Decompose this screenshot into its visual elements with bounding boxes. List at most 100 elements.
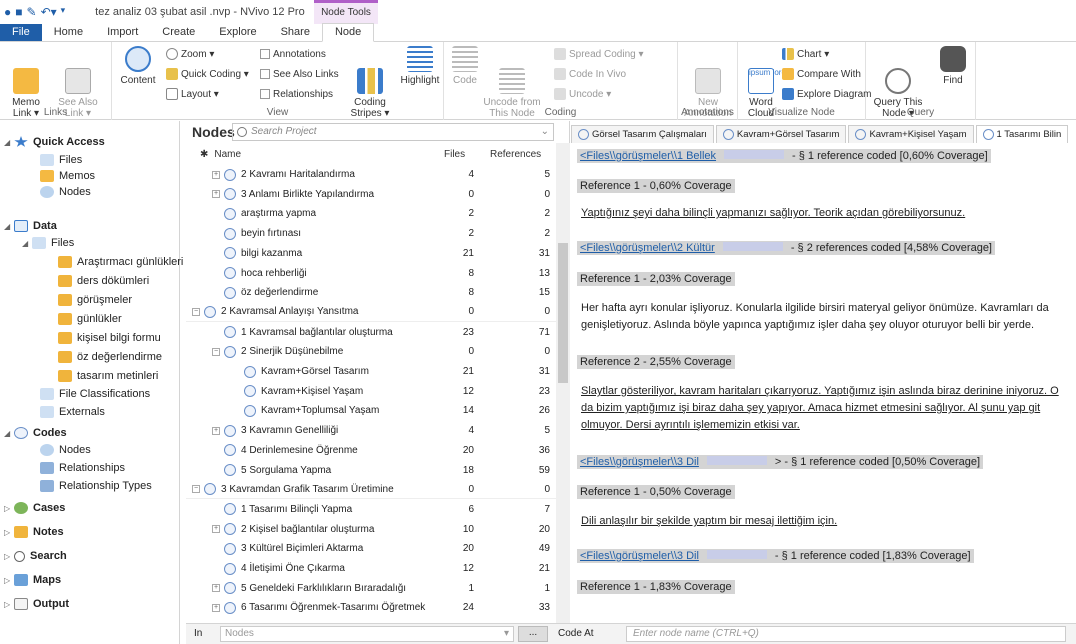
- file-link[interactable]: <Files\\görüşmeler\\3 Dil: [580, 456, 699, 468]
- nav-cases[interactable]: ▷ Cases: [4, 499, 65, 517]
- detail-tab-gorsel-tasarim[interactable]: Görsel Tasarım Çalışmaları: [571, 125, 714, 143]
- collapse-icon[interactable]: −: [212, 347, 220, 356]
- expand-icon[interactable]: +: [212, 525, 220, 534]
- tab-home[interactable]: Home: [42, 24, 95, 41]
- expand-icon[interactable]: +: [212, 170, 220, 179]
- undo-icon[interactable]: ↶▾: [41, 5, 57, 19]
- expand-icon[interactable]: +: [212, 190, 220, 199]
- table-row[interactable]: Kavram+Kişisel Yaşam 12 23: [186, 382, 556, 401]
- customize-icon[interactable]: ▾: [61, 5, 66, 19]
- see-also-links-checkbox[interactable]: See Also Links: [260, 66, 339, 82]
- collapse-icon[interactable]: −: [192, 485, 200, 494]
- table-row[interactable]: Kavram+Toplumsal Yaşam 14 26: [186, 401, 556, 420]
- relationships-checkbox[interactable]: Relationships: [260, 86, 333, 102]
- table-row[interactable]: Kavram+Görsel Tasarım 21 31: [186, 362, 556, 381]
- expand-icon[interactable]: ▷: [4, 528, 14, 537]
- collapse-icon[interactable]: ◢: [4, 429, 14, 438]
- nodes-scrollbar[interactable]: [556, 143, 570, 623]
- nav-folder-arastirmaci[interactable]: Araştırmacı günlükleri: [58, 253, 183, 271]
- file-reference-header[interactable]: <Files\\görüşmeler\\3 Dil > - § 1 referen…: [577, 455, 984, 469]
- collapse-icon[interactable]: ◢: [22, 239, 32, 248]
- nav-folder-kisisel[interactable]: kişisel bilgi formu: [58, 329, 161, 347]
- table-row[interactable]: − 2 Kavramsal Anlayışı Yansıtma 0 0: [186, 303, 556, 322]
- table-row[interactable]: − 3 Kavramdan Grafik Tasarım Üretimine 0 0: [186, 480, 556, 500]
- nav-codes-nodes[interactable]: Nodes: [40, 441, 91, 459]
- column-header-references[interactable]: References: [490, 145, 541, 163]
- collapse-icon[interactable]: ◢: [4, 222, 14, 231]
- collapse-icon[interactable]: ◢: [4, 138, 14, 147]
- nav-data-files[interactable]: ◢ Files: [22, 234, 74, 252]
- coded-text[interactable]: Slaytlar gösteriliyor, kavram haritaları…: [581, 383, 1067, 434]
- table-row[interactable]: +3 Anlamı Birlikte Yapılandırma 0 0: [186, 185, 556, 204]
- coded-text[interactable]: Dili anlaşılır bir şekilde yaptım bir me…: [581, 513, 1067, 530]
- chart-button[interactable]: Chart ▾: [782, 46, 829, 62]
- nav-search[interactable]: ▷ Search: [4, 547, 67, 565]
- nav-folder-gorusmeler[interactable]: görüşmeler: [58, 291, 132, 309]
- search-project-input[interactable]: Search Project ⌄: [232, 123, 554, 141]
- layout-button[interactable]: Layout ▾: [166, 86, 219, 102]
- quick-coding-button[interactable]: Quick Coding ▾: [166, 66, 249, 82]
- detail-tab-tasarimi-bilincli[interactable]: 1 Tasarımı Bilin: [975, 125, 1069, 143]
- explore-diagram-button[interactable]: Explore Diagram: [782, 86, 871, 102]
- table-row[interactable]: araştırma yapma 2 2: [186, 204, 556, 223]
- in-nodes-select[interactable]: Nodes ▾: [220, 626, 514, 642]
- compare-with-button[interactable]: Compare With: [782, 66, 861, 82]
- annotations-checkbox[interactable]: Annotations: [260, 46, 326, 62]
- save-icon[interactable]: ■: [15, 5, 22, 19]
- column-header-files[interactable]: Files: [444, 145, 465, 163]
- table-row[interactable]: hoca rehberliği 8 13: [186, 264, 556, 283]
- column-header-name[interactable]: ✱ Name: [200, 145, 241, 163]
- node-content[interactable]: <Files\\görüşmeler\\1 Bellek - § 1 refere…: [577, 149, 1069, 623]
- table-row[interactable]: 3 Kültürel Biçimleri Aktarma 20 49: [186, 539, 556, 558]
- expand-icon[interactable]: +: [212, 426, 220, 435]
- table-row[interactable]: 1 Kavramsal bağlantılar oluşturma 23 71: [186, 323, 556, 342]
- nav-folder-oz[interactable]: öz değerlendirme: [58, 348, 162, 366]
- table-row[interactable]: 4 Derinlemesine Öğrenme 20 36: [186, 441, 556, 460]
- table-row[interactable]: − 2 Sinerjik Düşünebilme 0 0: [186, 342, 556, 361]
- nav-codes[interactable]: ◢ Codes: [4, 424, 67, 442]
- table-row[interactable]: +2 Kavramı Haritalandırma 4 5: [186, 165, 556, 184]
- code-button[interactable]: Code: [450, 46, 480, 86]
- nav-data[interactable]: ◢ Data: [4, 217, 57, 235]
- spread-coding-button[interactable]: Spread Coding ▾: [554, 46, 644, 62]
- nav-folder-tasarim[interactable]: tasarım metinleri: [58, 367, 158, 385]
- table-row[interactable]: +2 Kişisel bağlantılar oluşturma 10 20: [186, 520, 556, 539]
- code-in-vivo-button[interactable]: Code In Vivo: [554, 66, 626, 82]
- table-row[interactable]: beyin fırtınası 2 2: [186, 224, 556, 243]
- browse-button[interactable]: ...: [518, 626, 548, 642]
- find-button[interactable]: Find: [936, 46, 970, 86]
- tab-create[interactable]: Create: [150, 24, 207, 41]
- table-row[interactable]: 1 Tasarımı Bilinçli Yapma 6 7: [186, 500, 556, 519]
- content-button[interactable]: Content: [118, 46, 158, 86]
- nav-file-classifications[interactable]: File Classifications: [40, 385, 150, 403]
- table-row[interactable]: 5 Sorgulama Yapma 18 59: [186, 461, 556, 480]
- chevron-down-icon[interactable]: ⌄: [541, 126, 549, 137]
- expand-icon[interactable]: ▷: [4, 600, 14, 609]
- detail-tab-kavram-gorsel[interactable]: Kavram+Görsel Tasarım: [715, 125, 847, 143]
- nav-quick-access[interactable]: ◢ Quick Access: [4, 133, 105, 151]
- tab-node[interactable]: Node: [321, 23, 375, 42]
- nav-externals[interactable]: Externals: [40, 403, 105, 421]
- file-reference-header[interactable]: <Files\\görüşmeler\\3 Dil - § 1 reference…: [577, 549, 974, 563]
- table-row[interactable]: +3 Kavramın Genelliliği 4 5: [186, 421, 556, 440]
- expand-icon[interactable]: ▷: [4, 504, 14, 513]
- file-link[interactable]: <Files\\görüşmeler\\3 Dil: [580, 550, 699, 562]
- nav-relationships[interactable]: Relationships: [40, 459, 125, 477]
- tab-explore[interactable]: Explore: [207, 24, 268, 41]
- detail-tab-kavram-kisisel[interactable]: Kavram+Kişisel Yaşam: [848, 125, 974, 143]
- table-row[interactable]: 4 İletişimi Öne Çıkarma 12 21: [186, 559, 556, 578]
- highlight-button[interactable]: Highlight: [398, 46, 442, 86]
- nav-notes[interactable]: ▷ Notes: [4, 523, 64, 541]
- file-reference-header[interactable]: <Files\\görüşmeler\\1 Bellek - § 1 refere…: [577, 149, 991, 163]
- nav-folder-ders[interactable]: ders dökümleri: [58, 272, 149, 290]
- coded-text[interactable]: Her hafta ayrı konular işliyoruz. Konula…: [581, 300, 1067, 334]
- nav-relationship-types[interactable]: Relationship Types: [40, 477, 152, 495]
- file-link[interactable]: <Files\\görüşmeler\\2 Kültür: [580, 242, 715, 254]
- nav-output[interactable]: ▷ Output: [4, 595, 69, 613]
- coded-text[interactable]: Yaptığınız şeyi daha bilinçli yapmanızı …: [581, 205, 1067, 222]
- expand-icon[interactable]: +: [212, 584, 220, 593]
- edit-icon[interactable]: ✎: [27, 5, 37, 19]
- scrollbar-thumb[interactable]: [558, 243, 568, 383]
- nav-maps[interactable]: ▷ Maps: [4, 571, 61, 589]
- tab-file[interactable]: File: [0, 24, 42, 41]
